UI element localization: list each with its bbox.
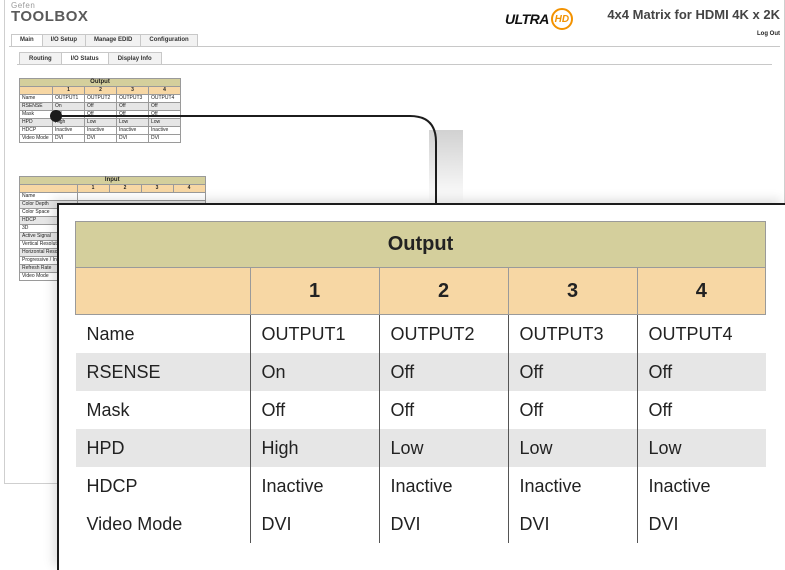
output-col-header: 4 <box>636 267 766 315</box>
row-label: Name <box>86 323 135 344</box>
table-row: HDCP Inactive Inactive Inactive Inactive <box>76 467 766 505</box>
row-label: HDCP <box>86 475 138 496</box>
table-row: HPD High Low Low Low <box>75 429 766 467</box>
table-cell: DVI <box>378 505 508 543</box>
table-row: Mask Off Off Off Off <box>76 391 766 429</box>
table-cell: Off <box>636 391 766 429</box>
table-cell: OUTPUT4 <box>636 314 766 353</box>
table-cell: On <box>249 353 379 391</box>
table-cell: Off <box>378 391 508 429</box>
table-row: Video Mode DVI DVI DVI DVI <box>76 505 766 543</box>
table-cell: DVI <box>507 505 637 543</box>
table-cell: High <box>249 429 379 467</box>
table-row: Name OUTPUT1 OUTPUT2 OUTPUT3 OUTPUT4 <box>76 314 766 353</box>
output-corner-cell <box>75 267 251 315</box>
table-cell: DVI <box>636 505 766 543</box>
callout-shadow <box>429 130 463 205</box>
output-title: Output <box>75 221 766 268</box>
output-col-header: 3 <box>507 267 638 315</box>
output-table: Output 1 2 3 4 Name OUTPUT1 OUTPUT2 OUTP… <box>75 221 766 543</box>
row-label: HPD <box>75 429 250 467</box>
row-label: Mask <box>86 399 130 420</box>
zoom-panel: Output 1 2 3 4 Name OUTPUT1 OUTPUT2 OUTP… <box>57 203 785 570</box>
callout-line <box>56 115 437 203</box>
table-cell: Inactive <box>636 467 766 505</box>
table-cell: OUTPUT2 <box>378 314 508 353</box>
table-cell: OUTPUT1 <box>249 314 379 353</box>
table-cell: Off <box>507 353 637 391</box>
table-cell: Off <box>636 353 766 391</box>
table-cell: Off <box>249 391 379 429</box>
table-cell: Inactive <box>507 467 637 505</box>
output-col-header: 1 <box>249 267 380 315</box>
table-cell: Off <box>378 353 508 391</box>
callout-dot <box>50 110 62 122</box>
table-cell: Off <box>507 391 637 429</box>
row-label: Video Mode <box>86 513 183 534</box>
table-cell: Low <box>378 429 508 467</box>
table-cell: Low <box>636 429 766 467</box>
table-cell: Inactive <box>249 467 379 505</box>
table-cell: Low <box>507 429 637 467</box>
table-cell: Inactive <box>378 467 508 505</box>
table-cell: OUTPUT3 <box>507 314 637 353</box>
output-col-header: 2 <box>378 267 509 315</box>
table-row: RSENSE On Off Off Off <box>75 353 766 391</box>
row-label: RSENSE <box>75 353 250 391</box>
table-cell: DVI <box>249 505 379 543</box>
